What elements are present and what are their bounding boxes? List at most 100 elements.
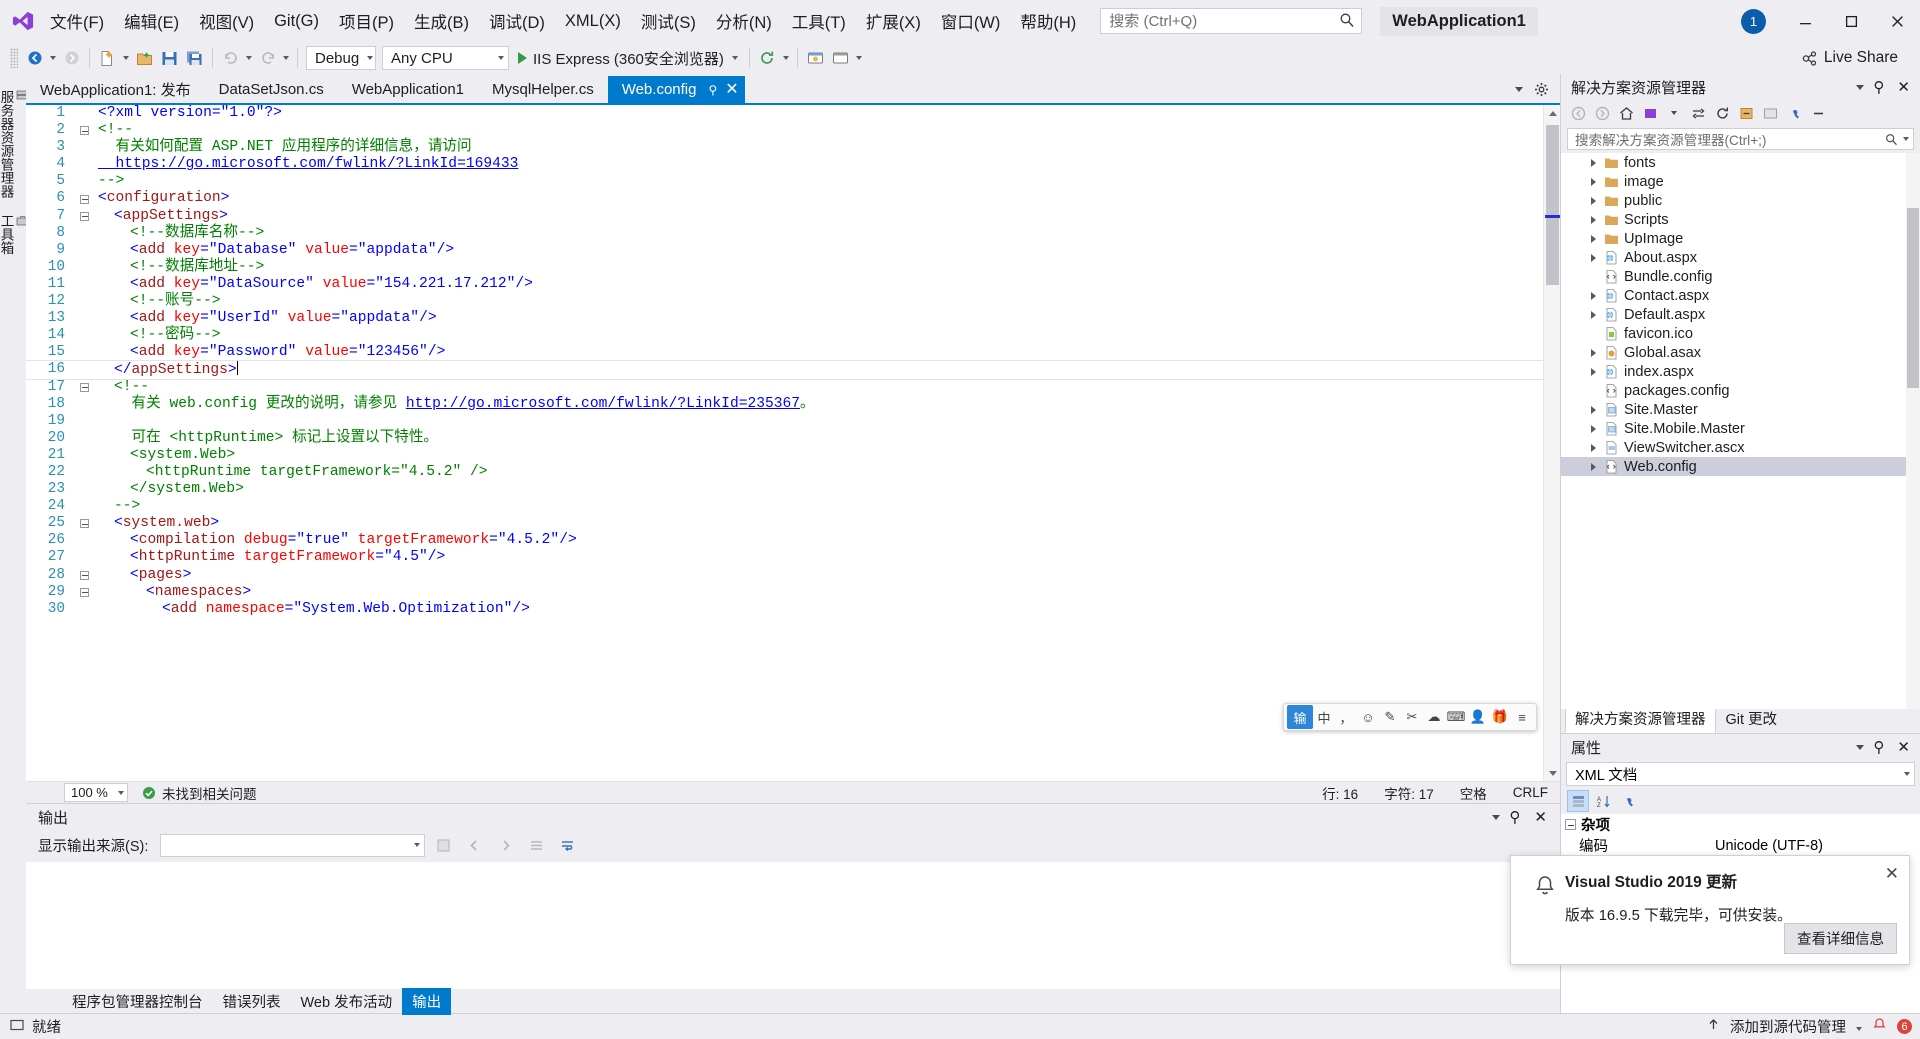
pin-icon[interactable]: ⚲ (1869, 738, 1888, 756)
code-line[interactable]: 16</appSettings> (26, 361, 1543, 378)
ime-keyboard-icon[interactable]: ⌨ (1445, 705, 1467, 729)
undo-dropdown[interactable] (243, 46, 255, 70)
new-project-dropdown[interactable] (120, 46, 132, 70)
tab-output[interactable]: 输出 (402, 988, 451, 1015)
tree-scrollbar[interactable] (1906, 153, 1920, 709)
code-line[interactable]: 30<add namespace="System.Web.Optimizatio… (26, 601, 1543, 618)
fold-glyph[interactable] (74, 383, 94, 392)
tab-datasetjson[interactable]: DataSetJson.cs (205, 76, 338, 103)
browser-select-dropdown[interactable] (853, 46, 865, 70)
chevron-right-icon[interactable] (1585, 425, 1601, 433)
fold-glyph[interactable] (74, 588, 94, 597)
ime-user-icon[interactable]: 👤 (1467, 705, 1489, 729)
output-text-body[interactable] (26, 862, 1560, 989)
tree-item[interactable]: UpImage (1561, 229, 1920, 248)
tree-item[interactable]: Site.Master (1561, 400, 1920, 419)
menu-item-file[interactable]: 文件(F) (40, 4, 114, 38)
solution-configuration-combo[interactable]: Debug (306, 46, 376, 70)
solution-platform-combo[interactable]: Any CPU (382, 46, 509, 70)
fold-glyph[interactable] (74, 195, 94, 204)
redo-dropdown[interactable] (280, 46, 292, 70)
navigate-forward-icon[interactable] (59, 46, 84, 70)
tree-scrollbar-thumb[interactable] (1907, 208, 1919, 388)
chevron-right-icon[interactable] (1585, 292, 1601, 300)
tab-mysqlhelper[interactable]: MysqlHelper.cs (478, 76, 608, 103)
fold-glyph[interactable] (74, 212, 94, 221)
output-list-icon[interactable] (524, 833, 549, 857)
tab-webapplication1[interactable]: WebApplication1 (338, 76, 478, 103)
close-icon[interactable]: ✕ (1529, 808, 1552, 826)
code-line[interactable]: 17<!-- (26, 379, 1543, 396)
back-icon[interactable] (1567, 102, 1589, 124)
update-notification-toast[interactable]: Visual Studio 2019 更新 版本 16.9.5 下载完毕，可供安… (1510, 855, 1910, 965)
live-preview-icon[interactable] (803, 46, 828, 70)
tree-item[interactable]: public (1561, 191, 1920, 210)
search-input[interactable] (1100, 8, 1362, 34)
menu-item-git[interactable]: Git(G) (264, 7, 329, 36)
show-all-files-icon[interactable] (1759, 102, 1781, 124)
menu-item-debug[interactable]: 调试(D) (479, 4, 555, 38)
save-all-icon[interactable] (182, 46, 207, 70)
forward-icon[interactable] (1591, 102, 1613, 124)
source-control-chevron-icon[interactable] (1856, 1019, 1862, 1035)
refresh-dropdown[interactable] (780, 46, 792, 70)
notification-count-badge[interactable]: 6 (1897, 1019, 1912, 1034)
tree-item[interactable]: packages.config (1561, 381, 1920, 400)
live-share-button[interactable]: Live Share (1801, 49, 1920, 67)
tab-web-publish-activity[interactable]: Web 发布活动 (291, 988, 403, 1015)
code-line[interactable]: 13<add key="UserId" value="appdata"/> (26, 310, 1543, 327)
toolbar-grip[interactable] (10, 48, 18, 68)
tree-item[interactable]: Site.Mobile.Master (1561, 419, 1920, 438)
collapse-box-icon[interactable] (80, 383, 89, 392)
navigate-backward-dropdown[interactable] (47, 46, 59, 70)
search-options-chevron-icon[interactable] (1903, 137, 1909, 141)
tree-item[interactable]: index.aspx (1561, 362, 1920, 381)
chevron-right-icon[interactable] (1585, 368, 1601, 376)
ime-handwriting-icon[interactable]: ✎ (1379, 705, 1401, 729)
chevron-right-icon[interactable] (1585, 444, 1601, 452)
add-to-source-control-label[interactable]: 添加到源代码管理 (1730, 1016, 1846, 1037)
tab-error-list[interactable]: 错误列表 (213, 988, 291, 1015)
ime-logo-icon[interactable]: 输 (1287, 705, 1313, 729)
collapse-box-icon[interactable] (80, 126, 89, 135)
tree-item[interactable]: image (1561, 172, 1920, 191)
alphabetical-view-icon[interactable]: AZ (1592, 790, 1614, 812)
refresh-icon[interactable] (1711, 102, 1733, 124)
hide-icon[interactable] (1807, 102, 1829, 124)
code-line[interactable]: 1<?xml version="1.0"?> (26, 105, 1543, 122)
account-avatar[interactable]: 1 (1741, 9, 1766, 34)
menu-item-window[interactable]: 窗口(W) (931, 4, 1011, 38)
chevron-right-icon[interactable] (1585, 197, 1601, 205)
scroll-up-icon[interactable] (1544, 105, 1561, 121)
scrollbar-thumb[interactable] (1546, 125, 1559, 285)
property-value[interactable]: Unicode (UTF-8) (1711, 838, 1920, 854)
toast-close-icon[interactable]: ✕ (1885, 864, 1899, 884)
code-line[interactable]: 22<httpRuntime targetFramework="4.5.2" /… (26, 464, 1543, 481)
save-icon[interactable] (157, 46, 182, 70)
code-line[interactable]: 8<!--数据库名称--> (26, 225, 1543, 242)
menu-item-analyze[interactable]: 分析(N) (706, 4, 782, 38)
code-token[interactable]: http://go.microsoft.com/fwlink/?LinkId=2… (406, 396, 800, 412)
code-text-area[interactable]: 1<?xml version="1.0"?>2<!--3 有关如何配置 ASP.… (26, 105, 1543, 781)
tree-item[interactable]: Global.asax (1561, 343, 1920, 362)
ime-clip-icon[interactable]: ✂ (1401, 705, 1423, 729)
panel-dropdown-icon[interactable] (1856, 745, 1864, 750)
chevron-right-icon[interactable] (1585, 406, 1601, 414)
menu-item-xml[interactable]: XML(X) (555, 7, 631, 36)
menu-item-edit[interactable]: 编辑(E) (114, 4, 189, 38)
properties-category[interactable]: 杂项 (1561, 814, 1920, 835)
tab-package-manager-console[interactable]: 程序包管理器控制台 (62, 988, 213, 1015)
panel-dropdown-icon[interactable] (1856, 85, 1864, 90)
code-line[interactable]: 19 (26, 413, 1543, 430)
output-clear-icon[interactable] (431, 833, 456, 857)
redo-icon[interactable] (255, 46, 280, 70)
tab-list-dropdown-icon[interactable] (1508, 79, 1530, 101)
start-debug-button[interactable]: IIS Express (360安全浏览器) (512, 46, 744, 70)
chevron-right-icon[interactable] (1585, 254, 1601, 262)
code-line[interactable]: 3 有关如何配置 ASP.NET 应用程序的详细信息，请访问 (26, 139, 1543, 156)
property-pages-icon[interactable] (1617, 790, 1639, 812)
pending-changes-icon[interactable] (1639, 102, 1661, 124)
chevron-right-icon[interactable] (1585, 159, 1601, 167)
chevron-right-icon[interactable] (1585, 178, 1601, 186)
home-icon[interactable] (1615, 102, 1637, 124)
